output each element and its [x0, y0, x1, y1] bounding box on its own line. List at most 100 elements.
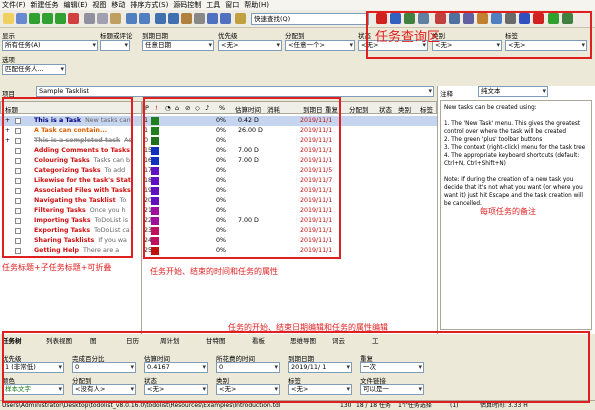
move-down-icon[interactable]: [168, 13, 179, 24]
title-column-header[interactable]: 标题: [5, 104, 18, 114]
grid-row[interactable]: 1 0% 0.42 D 2019/11/1: [142, 116, 437, 126]
grid-row[interactable]: 22 0% 7.00 D 2019/11/1: [142, 216, 437, 226]
lock-col-icon[interactable]: ⌂: [175, 104, 179, 112]
task-checkbox[interactable]: [15, 148, 21, 154]
task-title[interactable]: Importing Tasks ToDoList is: [34, 216, 128, 226]
menu-item[interactable]: 文件(F): [2, 0, 26, 10]
title-filter-input[interactable]: [100, 40, 130, 51]
grid-row[interactable]: 25 0% 2019/11/1: [142, 246, 437, 256]
cat-field-select[interactable]: <无>: [216, 384, 280, 395]
menu-item[interactable]: 编辑(E): [64, 0, 88, 10]
tag-field-select[interactable]: <无>: [288, 384, 352, 395]
attach-col-icon[interactable]: ⊘: [185, 104, 190, 112]
alloc-field-select[interactable]: <没有人>: [72, 384, 136, 395]
task-title[interactable]: This is a completed task As: [34, 136, 132, 146]
options-select[interactable]: 匹配任务人...: [2, 64, 66, 75]
save-icon[interactable]: [16, 13, 27, 24]
task-title[interactable]: Likewise for the task's Stat: [34, 176, 135, 186]
task-checkbox[interactable]: [15, 158, 21, 164]
col-allocated[interactable]: 分配到: [349, 104, 369, 114]
grid-row[interactable]: 18 0% 2019/11/7: [142, 176, 437, 186]
forward-icon[interactable]: [220, 13, 231, 24]
view-tab[interactable]: 日历: [126, 336, 139, 347]
sync-icon[interactable]: [491, 13, 502, 24]
view-tab[interactable]: 思维导图: [290, 336, 316, 347]
task-checkbox[interactable]: [15, 238, 21, 244]
est-field-input[interactable]: 0.4167: [144, 362, 208, 373]
view-tab[interactable]: 看板: [252, 336, 265, 347]
due-filter-select[interactable]: 任意日期: [142, 40, 214, 51]
edit-icon[interactable]: [181, 13, 192, 24]
show-select[interactable]: 所有任务(A): [2, 40, 98, 51]
task-title[interactable]: This is a Task New tasks can: [34, 116, 131, 126]
task-checkbox[interactable]: [15, 188, 21, 194]
reminder-col-icon[interactable]: ♪: [205, 104, 209, 112]
printer-icon[interactable]: [449, 13, 460, 24]
sort-icon[interactable]: [404, 13, 415, 24]
print-icon[interactable]: [418, 13, 429, 24]
grid-row[interactable]: 16 0% 7.00 D 2019/11/1: [142, 156, 437, 166]
col-percent[interactable]: %: [219, 104, 225, 112]
list-icon[interactable]: [562, 13, 573, 24]
task-checkbox[interactable]: [15, 128, 21, 134]
settings-icon[interactable]: [390, 13, 401, 24]
task-tree[interactable]: + This is a Task New tasks can + A Task can …: [0, 114, 142, 334]
back-icon[interactable]: [207, 13, 218, 24]
priority-filter-select[interactable]: <无>: [218, 40, 282, 51]
cat-filter-select[interactable]: <无>: [432, 40, 502, 51]
filter-icon[interactable]: [235, 13, 246, 24]
expand-icon[interactable]: +: [5, 116, 10, 126]
grid-row[interactable]: 19 0% 2019/11/1: [142, 186, 437, 196]
move-up-icon[interactable]: [155, 13, 166, 24]
redo-icon[interactable]: [139, 13, 150, 24]
view-tab[interactable]: 工: [372, 336, 379, 347]
delete-icon[interactable]: [68, 13, 79, 24]
flag-col-icon[interactable]: !: [155, 104, 158, 112]
task-checkbox[interactable]: [15, 198, 21, 204]
tree-row[interactable]: Importing Tasks ToDoList is: [0, 216, 141, 226]
task-title[interactable]: Filtering Tasks Once you h: [34, 206, 126, 216]
tree-row[interactable]: Colouring Tasks Tasks can b: [0, 156, 141, 166]
tree-row[interactable]: Filtering Tasks Once you h: [0, 206, 141, 216]
task-title[interactable]: Categorizing Tasks To add: [34, 166, 125, 176]
undo-icon[interactable]: [126, 13, 137, 24]
due-date-picker[interactable]: 2019/11/ 1: [288, 362, 352, 373]
task-grid[interactable]: 1 0% 0.42 D 2019/11/1 1 0% 26.00 D 2019/11/1 0 0%…: [142, 114, 437, 334]
paste-icon[interactable]: [110, 13, 121, 24]
tree-row[interactable]: Associated Files with Tasks: [0, 186, 141, 196]
grid-row[interactable]: 17 0% 2019/11/5: [142, 166, 437, 176]
grid-row[interactable]: 20 0% 2019/11/1: [142, 196, 437, 206]
task-checkbox[interactable]: [15, 228, 21, 234]
menu-item[interactable]: 新建任务: [31, 0, 59, 10]
task-checkbox[interactable]: [15, 168, 21, 174]
tag-filter-select[interactable]: <无>: [505, 40, 587, 51]
new-task-icon[interactable]: [29, 13, 40, 24]
tree-row[interactable]: Navigating the Tasklist To: [0, 196, 141, 206]
timer-icon[interactable]: [548, 13, 559, 24]
task-checkbox[interactable]: [15, 218, 21, 224]
col-category[interactable]: 类别: [398, 104, 411, 114]
tree-row[interactable]: + A Task can contain...: [0, 126, 141, 136]
menu-item[interactable]: 窗口: [225, 0, 239, 10]
grid-row[interactable]: 24 0% 2019/11/1: [142, 236, 437, 246]
grid-row[interactable]: 1 0% 26.00 D 2019/11/1: [142, 126, 437, 136]
task-checkbox[interactable]: [15, 208, 21, 214]
tree-row[interactable]: Sharing Tasklists If you wa: [0, 236, 141, 246]
menu-item[interactable]: 工具: [206, 0, 220, 10]
task-title[interactable]: Exporting Tasks ToDoList ca: [34, 226, 130, 236]
view-tab[interactable]: 列表视图: [46, 336, 72, 347]
task-checkbox[interactable]: [15, 248, 21, 254]
tree-row[interactable]: Adding Comments to Tasks: [0, 146, 141, 156]
repeat-field-select[interactable]: 一次: [360, 362, 424, 373]
expand-icon[interactable]: +: [5, 126, 10, 136]
task-checkbox[interactable]: [15, 118, 21, 124]
priority-field-select[interactable]: 1 (非常低): [2, 362, 64, 373]
add-task-icon[interactable]: [55, 13, 66, 24]
help-icon[interactable]: [519, 13, 530, 24]
spent-field-input[interactable]: 0: [216, 362, 280, 373]
view-tab[interactable]: 图: [90, 336, 97, 347]
col-tags[interactable]: 标签: [420, 104, 433, 114]
pct-field-input[interactable]: 0: [72, 362, 136, 373]
tree-header[interactable]: 标题: [0, 101, 142, 114]
copy-icon[interactable]: [97, 13, 108, 24]
